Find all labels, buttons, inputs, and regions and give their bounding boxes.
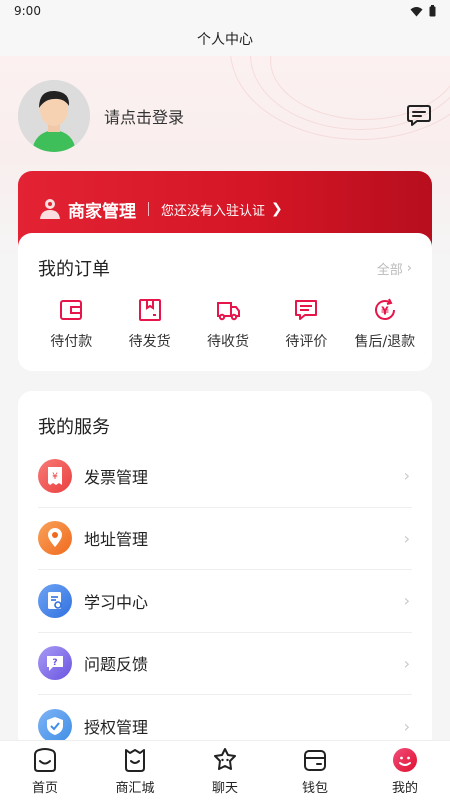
chevron-right-icon: › (406, 260, 412, 276)
service-label: 授权管理 (84, 718, 149, 738)
tab-label: 聊天 (211, 780, 238, 796)
wallet-icon (60, 300, 83, 320)
home-icon (34, 747, 56, 772)
wifi-icon (410, 6, 423, 16)
order-pending-review[interactable]: 待评价 (267, 297, 345, 351)
profile-section[interactable]: 请点击登录 (18, 80, 432, 152)
order-label: 待付款 (50, 334, 93, 350)
bottom-tab-bar: 首页 商汇城 聊天 钱包 我的 (0, 740, 450, 800)
merchant-user-icon (40, 199, 60, 219)
shopping-bag-icon (125, 748, 145, 772)
tab-label: 我的 (391, 780, 418, 796)
svg-text:?: ? (52, 658, 57, 668)
tab-wallet[interactable]: 钱包 (275, 746, 355, 796)
order-label: 待评价 (285, 334, 328, 350)
chevron-right-icon: › (403, 528, 410, 548)
merchant-divider (148, 202, 149, 216)
tab-mall[interactable]: 商汇城 (95, 746, 175, 796)
tab-home[interactable]: 首页 (5, 746, 85, 796)
chevron-right-icon: › (403, 716, 410, 736)
default-avatar-icon (18, 80, 90, 152)
service-address[interactable]: 地址管理 › (38, 508, 412, 570)
chevron-right-icon: › (403, 591, 410, 611)
order-label: 待发货 (128, 334, 171, 350)
services-title: 我的服务 (38, 417, 110, 438)
page-title: 个人中心 (197, 32, 253, 48)
wallet-icon (304, 749, 326, 771)
svg-text:¥: ¥ (381, 305, 389, 318)
status-bar: 9:00 (0, 0, 450, 22)
service-label: 发票管理 (84, 467, 149, 487)
message-icon[interactable] (406, 102, 432, 128)
tab-label: 商汇城 (115, 780, 155, 796)
orders-card: 我的订单 全部 › 待付款 待发货 待收货 待评价 ¥ 售后/退款 (18, 233, 432, 371)
package-icon (138, 299, 161, 321)
order-pending-receipt[interactable]: 待收货 (189, 297, 267, 351)
refund-icon: ¥ (374, 298, 395, 320)
profile-icon (393, 747, 417, 772)
service-label: 地址管理 (84, 530, 149, 550)
merchant-title: 商家管理 (68, 201, 136, 222)
study-icon (38, 583, 72, 618)
service-invoice[interactable]: ¥ 发票管理 › (38, 445, 412, 508)
chevron-right-icon: › (403, 466, 410, 486)
comment-icon (295, 300, 318, 320)
order-after-sales[interactable]: ¥ 售后/退款 (346, 297, 424, 351)
svg-text:¥: ¥ (52, 472, 58, 482)
order-pending-shipment[interactable]: 待发货 (110, 297, 188, 351)
services-card: 我的服务 ¥ 发票管理 › 地址管理 › 学习中心 › ? 问题反馈 › 授权管… (18, 391, 432, 751)
battery-icon (429, 5, 436, 17)
service-feedback[interactable]: ? 问题反馈 › (38, 633, 412, 695)
feedback-icon: ? (38, 646, 72, 681)
see-all-label: 全部 (376, 262, 403, 278)
truck-icon (217, 302, 241, 321)
service-label: 问题反馈 (84, 655, 149, 675)
tab-label: 钱包 (301, 780, 328, 796)
order-label: 售后/退款 (354, 334, 416, 350)
tab-profile[interactable]: 我的 (365, 746, 445, 796)
order-label: 待收货 (207, 334, 250, 350)
login-prompt[interactable]: 请点击登录 (104, 104, 184, 128)
page-header: 个人中心 (0, 22, 450, 56)
avatar[interactable] (18, 80, 90, 152)
service-label: 学习中心 (84, 592, 149, 612)
invoice-icon: ¥ (38, 458, 72, 493)
orders-title: 我的订单 (38, 259, 110, 280)
status-time: 9:00 (14, 4, 41, 18)
shield-icon (38, 709, 72, 744)
tab-label: 首页 (31, 780, 58, 796)
location-icon (38, 521, 72, 556)
see-all-orders-link[interactable]: 全部 › (377, 259, 412, 278)
service-learning[interactable]: 学习中心 › (38, 570, 412, 633)
chevron-right-icon: › (403, 653, 410, 673)
order-pending-payment[interactable]: 待付款 (32, 297, 110, 351)
chevron-right-icon: ❯ (271, 201, 283, 217)
merchant-status[interactable]: 您还没有入驻认证 (161, 200, 265, 219)
chat-icon (214, 747, 236, 770)
tab-chat[interactable]: 聊天 (185, 746, 265, 796)
